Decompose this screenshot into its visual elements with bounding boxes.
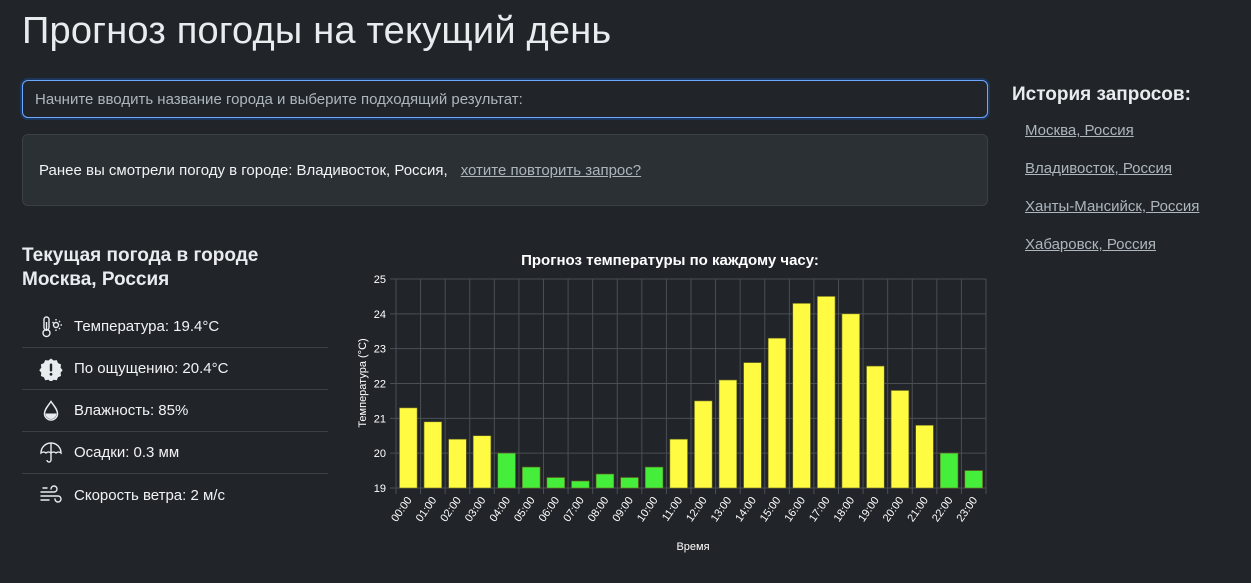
city-search-input[interactable] bbox=[22, 80, 988, 118]
history-item: Хабаровск, Россия bbox=[1025, 236, 1199, 274]
x-tick-label: 05:00 bbox=[512, 495, 538, 524]
x-tick-label: 09:00 bbox=[610, 495, 636, 524]
humidity-label: Влажность: 85% bbox=[74, 402, 189, 419]
history-item: Владивосток, Россия bbox=[1025, 160, 1199, 198]
bar-0200 bbox=[448, 438, 467, 489]
bar-1800 bbox=[841, 313, 860, 489]
bar-0700 bbox=[571, 480, 590, 489]
bar-1400 bbox=[743, 362, 762, 489]
precipitation-label: Осадки: 0.3 мм bbox=[74, 444, 180, 461]
x-tick-label: 00:00 bbox=[389, 495, 415, 524]
y-tick-label: 23 bbox=[374, 344, 386, 356]
y-tick-label: 22 bbox=[374, 379, 386, 391]
y-tick-label: 19 bbox=[374, 483, 386, 495]
x-tick-label: 04:00 bbox=[487, 495, 513, 524]
x-tick-label: 13:00 bbox=[709, 495, 735, 524]
x-tick-label: 14:00 bbox=[733, 495, 759, 524]
x-tick-label: 12:00 bbox=[684, 495, 710, 524]
bar-1000 bbox=[644, 466, 664, 489]
x-tick-label: 02:00 bbox=[438, 495, 464, 524]
bar-2200 bbox=[939, 452, 959, 489]
y-tick-label: 20 bbox=[374, 448, 386, 460]
bar-1300 bbox=[718, 379, 738, 489]
previous-request-alert: Ранее вы смотрели погоду в городе: Влади… bbox=[22, 134, 988, 206]
previous-request-text: Ранее вы смотрели погоду в городе: Влади… bbox=[39, 161, 448, 179]
bar-0500 bbox=[522, 466, 541, 489]
bar-1500 bbox=[767, 337, 787, 489]
weather-item-feels-like: По ощущению: 20.4°C bbox=[22, 348, 328, 390]
x-tick-label: 19:00 bbox=[856, 495, 882, 524]
weather-item-humidity: Влажность: 85% bbox=[22, 390, 328, 432]
x-tick-label: 07:00 bbox=[561, 495, 587, 524]
history-item: Москва, Россия bbox=[1025, 122, 1199, 160]
bar-0600 bbox=[546, 477, 565, 489]
chart-y-axis-label: Температура (°C) bbox=[357, 338, 369, 427]
current-weather-heading: Текущая погода в городе Москва, Россия bbox=[22, 245, 259, 290]
x-tick-label: 18:00 bbox=[832, 495, 858, 524]
bar-1600 bbox=[792, 303, 811, 489]
bar-1200 bbox=[694, 400, 713, 489]
x-tick-label: 16:00 bbox=[782, 495, 808, 524]
bar-0300 bbox=[472, 435, 492, 489]
bar-2000 bbox=[890, 390, 910, 489]
repeat-request-link[interactable]: хотите повторить запрос? bbox=[461, 162, 641, 179]
history-title: История запросов: bbox=[1012, 84, 1191, 105]
x-tick-label: 17:00 bbox=[807, 495, 833, 524]
history-link-vladivostok[interactable]: Владивосток, Россия bbox=[1025, 160, 1172, 177]
umbrella-icon bbox=[38, 440, 64, 466]
history-link-khanty-mansiysk[interactable]: Ханты-Мансийск, Россия bbox=[1025, 198, 1199, 215]
y-tick-label: 24 bbox=[374, 309, 386, 321]
bar-1700 bbox=[817, 296, 836, 489]
temperature-chart-svg: Прогноз температуры по каждому часу: Тем… bbox=[357, 252, 987, 553]
x-tick-label: 01:00 bbox=[414, 495, 440, 524]
page-title: Прогноз погоды на текущий день bbox=[22, 10, 612, 52]
bar-1100 bbox=[669, 438, 688, 489]
thermometer-sun-icon bbox=[38, 314, 64, 340]
bar-1900 bbox=[866, 365, 885, 489]
chart-title: Прогноз температуры по каждому часу: bbox=[521, 252, 819, 269]
y-tick-label: 21 bbox=[374, 413, 386, 425]
x-tick-label: 03:00 bbox=[463, 495, 489, 524]
temperature-label: Температура: 19.4°C bbox=[74, 318, 220, 335]
x-tick-label: 15:00 bbox=[758, 495, 784, 524]
weather-item-wind: Скорость ветра: 2 м/с bbox=[22, 474, 328, 516]
droplet-icon bbox=[38, 398, 64, 424]
current-weather-list: Температура: 19.4°C По ощущению: 20.4°C … bbox=[22, 306, 328, 516]
x-tick-label: 22:00 bbox=[930, 495, 956, 524]
alert-badge-icon bbox=[38, 356, 64, 382]
bar-2100 bbox=[915, 425, 934, 489]
x-tick-label: 08:00 bbox=[586, 495, 612, 524]
wind-label: Скорость ветра: 2 м/с bbox=[74, 486, 225, 504]
x-tick-label: 23:00 bbox=[955, 495, 981, 524]
wind-icon bbox=[38, 482, 64, 508]
history-link-moscow[interactable]: Москва, Россия bbox=[1025, 122, 1134, 139]
bar-2300 bbox=[964, 470, 983, 489]
history-item: Ханты-Мансийск, Россия bbox=[1025, 198, 1199, 236]
weather-item-temperature: Температура: 19.4°C bbox=[22, 306, 328, 348]
x-tick-label: 10:00 bbox=[635, 495, 661, 524]
x-tick-label: 11:00 bbox=[660, 495, 685, 524]
x-tick-label: 20:00 bbox=[881, 495, 907, 524]
x-tick-label: 21:00 bbox=[905, 495, 931, 524]
x-tick-label: 06:00 bbox=[537, 495, 563, 524]
history-link-khabarovsk[interactable]: Хабаровск, Россия bbox=[1025, 236, 1156, 253]
temperature-chart: Прогноз температуры по каждому часу: Тем… bbox=[340, 240, 1000, 570]
history-list: Москва, Россия Владивосток, Россия Ханты… bbox=[1025, 122, 1199, 274]
weather-item-precipitation: Осадки: 0.3 мм bbox=[22, 432, 328, 474]
bar-0400 bbox=[497, 452, 516, 489]
bar-0100 bbox=[423, 421, 443, 489]
y-tick-label: 25 bbox=[374, 274, 386, 286]
bar-0800 bbox=[595, 473, 615, 489]
chart-x-axis-label: Время bbox=[676, 541, 709, 553]
bar-0900 bbox=[620, 477, 639, 489]
bar-0000 bbox=[399, 407, 418, 489]
feels-like-label: По ощущению: 20.4°C bbox=[74, 360, 229, 377]
